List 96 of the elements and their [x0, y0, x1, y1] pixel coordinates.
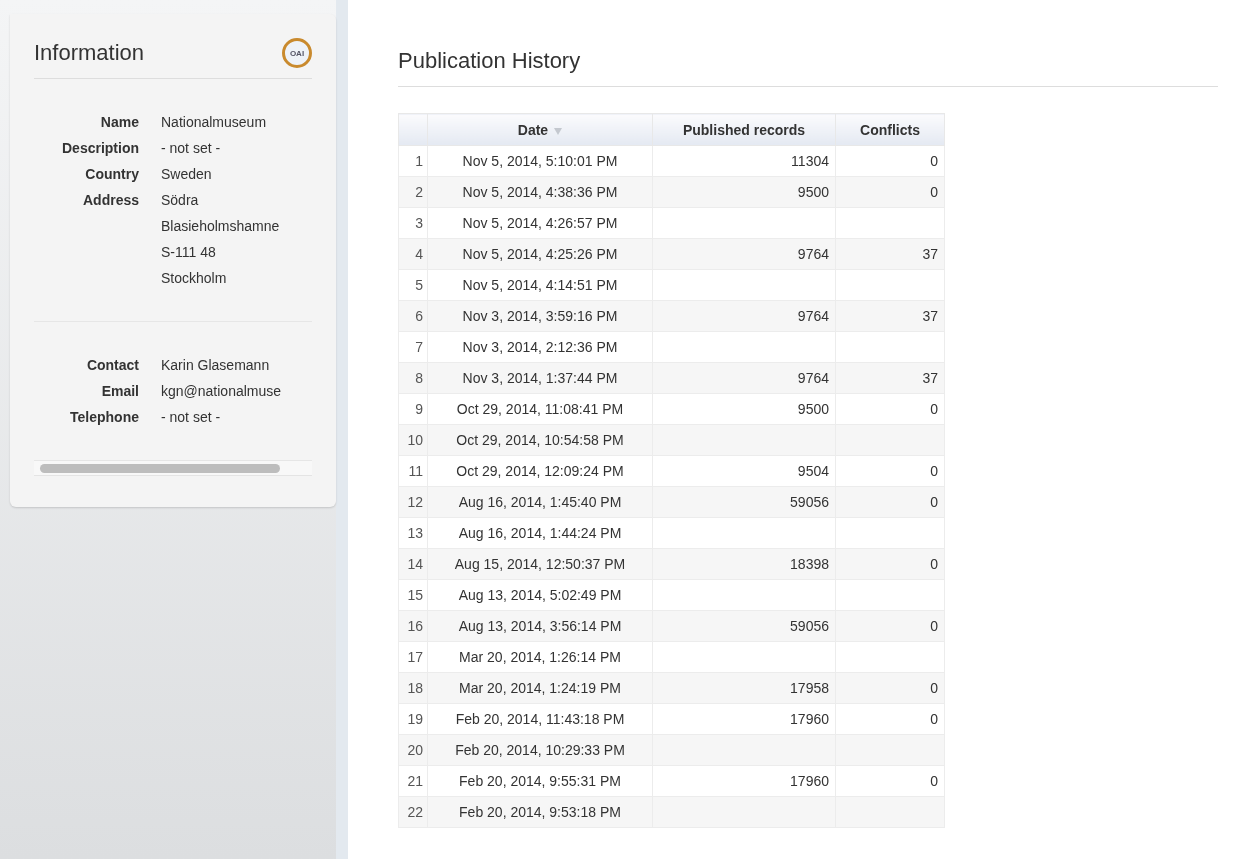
column-header[interactable]: Published records	[652, 113, 836, 146]
table-cell: 9764	[652, 362, 836, 394]
table-cell: 37	[835, 300, 945, 332]
field-value: Blasieholmshamne	[161, 217, 281, 236]
row-number: 18	[398, 672, 428, 704]
table-cell: Feb 20, 2014, 9:53:18 PM	[427, 796, 653, 828]
field-value: Nationalmuseum	[161, 113, 268, 132]
field-label: Contact	[85, 356, 139, 375]
table-cell: 9500	[652, 393, 836, 425]
table-cell: 0	[835, 548, 945, 580]
table-cell: 9764	[652, 238, 836, 270]
row-number: 15	[398, 579, 428, 611]
table-cell: Nov 3, 2014, 1:37:44 PM	[427, 362, 653, 394]
table-cell: Oct 29, 2014, 11:08:41 PM	[427, 393, 653, 425]
sort-icon	[554, 127, 563, 135]
table-cell: 9504	[652, 455, 836, 487]
table-cell: 0	[835, 610, 945, 642]
table-cell: 37	[835, 238, 945, 270]
field-label: Email	[100, 382, 139, 401]
table-cell: Nov 5, 2014, 4:25:26 PM	[427, 238, 653, 270]
table-cell: 18398	[652, 548, 836, 580]
row-number: 4	[398, 238, 428, 270]
row-number: 3	[398, 207, 428, 239]
table-cell: 11304	[652, 145, 836, 177]
field-value: Stockholm	[161, 269, 228, 288]
table-cell: 0	[835, 176, 945, 208]
row-number: 11	[398, 455, 428, 487]
row-number: 12	[398, 486, 428, 518]
field-label: Country	[84, 165, 139, 184]
section-title: Publication History	[398, 22, 1218, 87]
table-cell: Feb 20, 2014, 11:43:18 PM	[427, 703, 653, 735]
table-cell: Nov 5, 2014, 4:14:51 PM	[427, 269, 653, 301]
field-value: Karin Glasemann	[161, 356, 271, 375]
table-cell: Nov 3, 2014, 2:12:36 PM	[427, 331, 653, 363]
row-number: 1	[398, 145, 428, 177]
table-cell: 0	[835, 486, 945, 518]
field-label: Address	[81, 191, 139, 210]
table-cell: 0	[835, 765, 945, 797]
table-cell: Nov 5, 2014, 5:10:01 PM	[427, 145, 653, 177]
table-cell: 17960	[652, 765, 836, 797]
table-cell: Aug 16, 2014, 1:44:24 PM	[427, 517, 653, 549]
table-cell: 9764	[652, 300, 836, 332]
field-value: kgn@nationalmuse	[161, 382, 283, 401]
table-header	[398, 113, 428, 146]
table-cell: Mar 20, 2014, 1:26:14 PM	[427, 641, 653, 673]
oai-badge: OAI	[282, 38, 312, 68]
row-number: 19	[398, 703, 428, 735]
table-cell: 0	[835, 703, 945, 735]
table-cell: Aug 16, 2014, 1:45:40 PM	[427, 486, 653, 518]
table-cell: 17960	[652, 703, 836, 735]
row-number: 13	[398, 517, 428, 549]
table-cell: Nov 3, 2014, 3:59:16 PM	[427, 300, 653, 332]
table-cell: 17958	[652, 672, 836, 704]
field-label: Telephone	[69, 408, 139, 427]
row-number: 22	[398, 796, 428, 828]
field-value: Sweden	[161, 165, 213, 184]
field-value: Södra	[161, 191, 200, 210]
row-number: 14	[398, 548, 428, 580]
table-cell: 0	[835, 145, 945, 177]
table-cell: Feb 20, 2014, 10:29:33 PM	[427, 734, 653, 766]
table-cell: Feb 20, 2014, 9:55:31 PM	[427, 765, 653, 797]
table-cell: Oct 29, 2014, 12:09:24 PM	[427, 455, 653, 487]
table-cell: 0	[835, 393, 945, 425]
table-cell: Mar 20, 2014, 1:24:19 PM	[427, 672, 653, 704]
table-cell: 37	[835, 362, 945, 394]
field-value: - not set -	[161, 139, 222, 158]
field-value: - not set -	[161, 408, 222, 427]
scrollbar-thumb[interactable]	[40, 463, 280, 473]
table-cell: 59056	[652, 486, 836, 518]
table-cell: Aug 13, 2014, 5:02:49 PM	[427, 579, 653, 611]
table-cell: Nov 5, 2014, 4:38:36 PM	[427, 176, 653, 208]
row-number: 9	[398, 393, 428, 425]
table-cell: 59056	[652, 610, 836, 642]
field-label: Description	[61, 139, 139, 158]
row-number: 17	[398, 641, 428, 673]
table-cell: Aug 15, 2014, 12:50:37 PM	[427, 548, 653, 580]
info-title: Information	[34, 40, 145, 66]
row-number: 20	[398, 734, 428, 766]
table-cell: 0	[835, 455, 945, 487]
row-number: 2	[398, 176, 428, 208]
field-label: Name	[99, 113, 139, 132]
column-header[interactable]: Conflicts	[835, 113, 945, 146]
table-cell: 9500	[652, 176, 836, 208]
table-cell: Oct 29, 2014, 10:54:58 PM	[427, 424, 653, 456]
table-cell: 0	[835, 672, 945, 704]
field-value: S-111 48	[161, 243, 217, 262]
table-cell: Nov 5, 2014, 4:26:57 PM	[427, 207, 653, 239]
row-number: 16	[398, 610, 428, 642]
row-number: 5	[398, 269, 428, 301]
row-number: 6	[398, 300, 428, 332]
row-number: 21	[398, 765, 428, 797]
column-header[interactable]: Date	[427, 113, 653, 146]
row-number: 10	[398, 424, 428, 456]
row-number: 7	[398, 331, 428, 363]
table-cell: Aug 13, 2014, 3:56:14 PM	[427, 610, 653, 642]
row-number: 8	[398, 362, 428, 394]
